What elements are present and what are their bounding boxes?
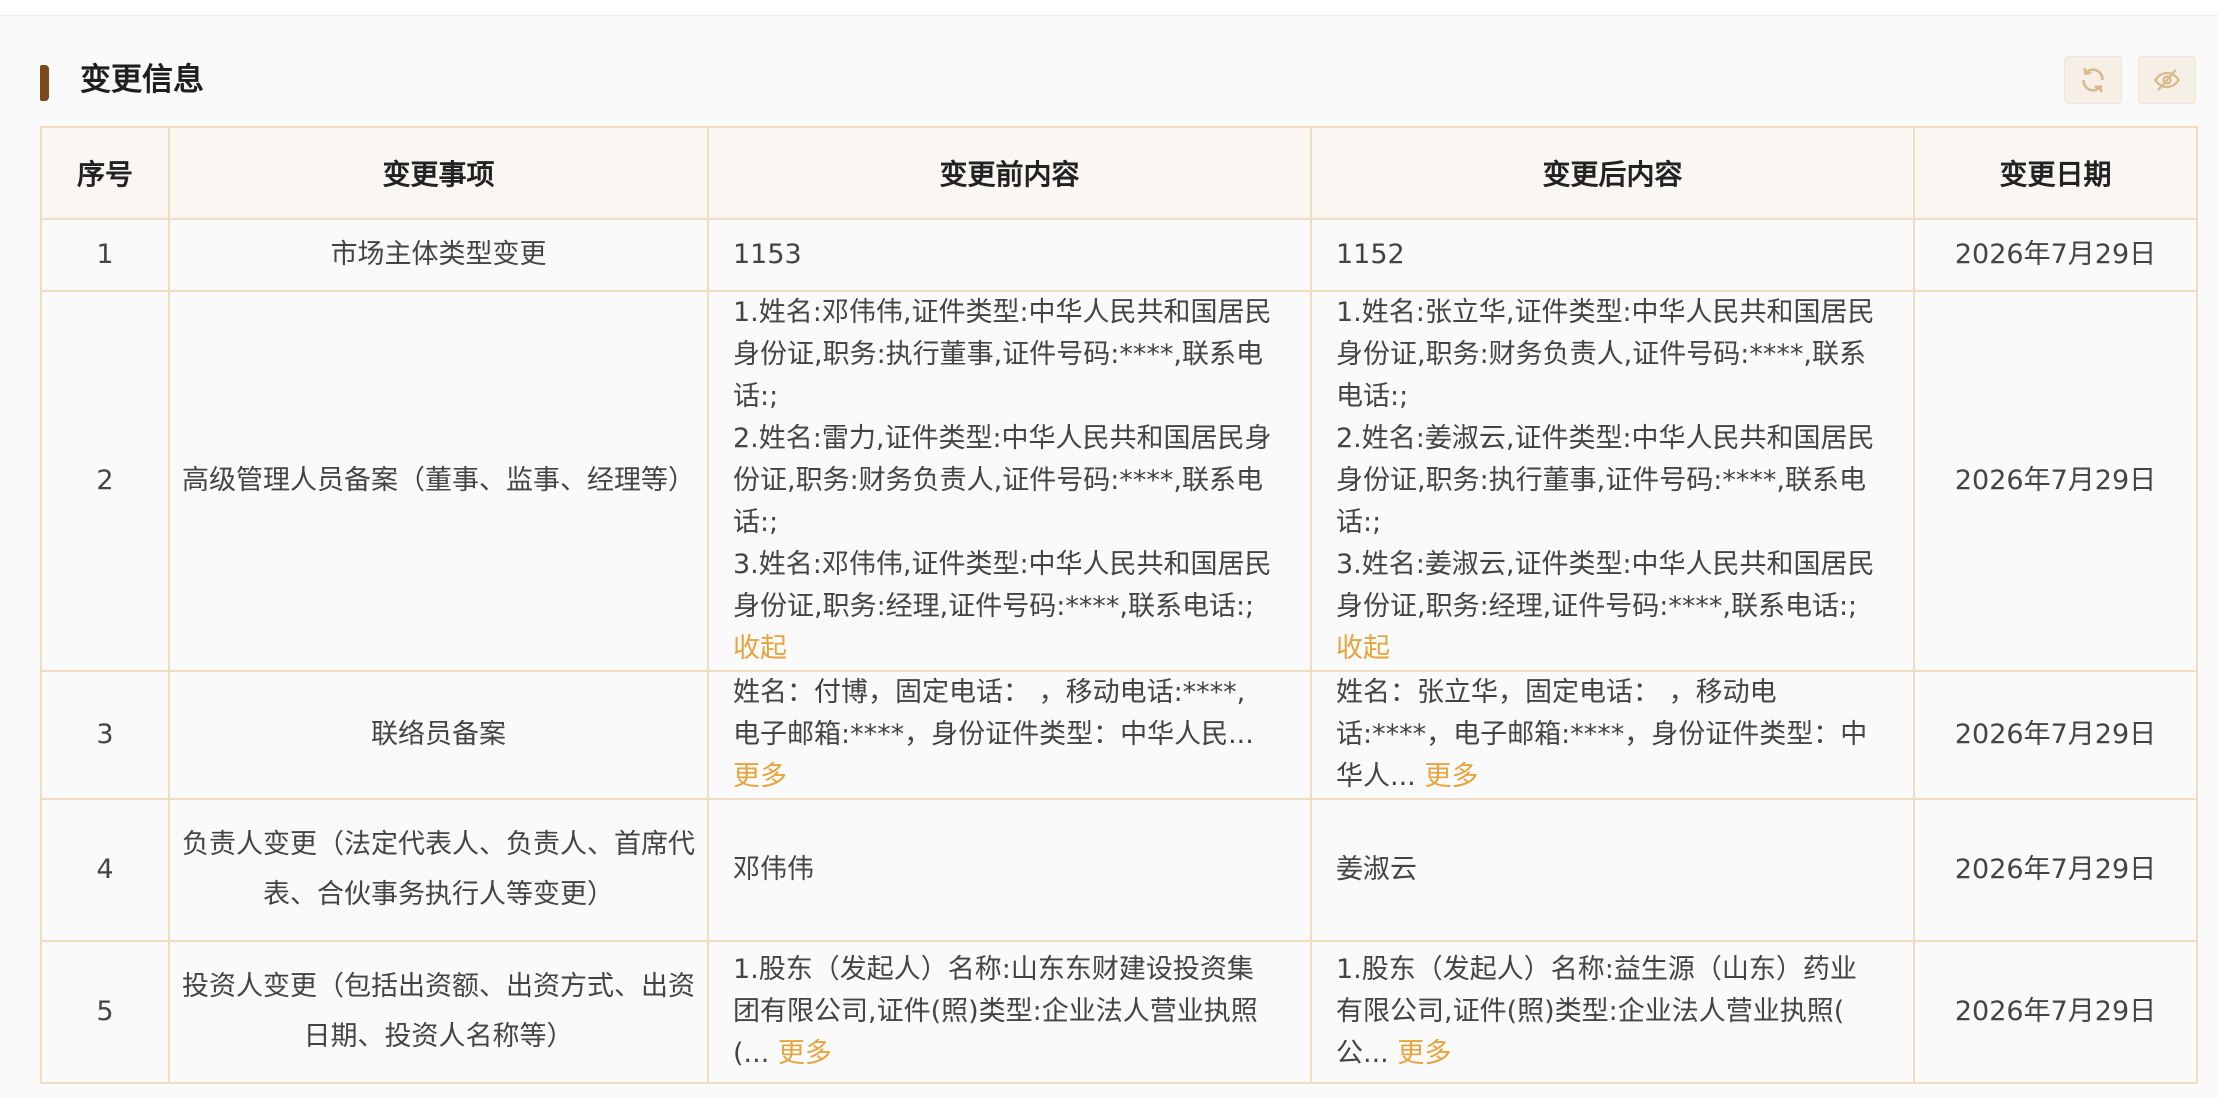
before-line: 姓名：付博，固定电话： ，移动电话:****, (733, 677, 1246, 708)
after-line: 有限公司,证件(照)类型:企业法人营业执照( (1336, 996, 1845, 1027)
after-line: 话:; (1336, 507, 1382, 538)
cell-date: 2026年7月29日 (1913, 290, 2198, 672)
item-line: 日期、投资人名称等） (303, 1021, 574, 1052)
cell-after: 姓名：张立华，固定电话： ，移动电 话:****，电子邮箱:****，身份证件类… (1310, 670, 1915, 800)
more-link[interactable]: 更多 (1397, 1038, 1451, 1069)
item-line: 投资人变更（包括出资额、出资方式、出资 (182, 971, 695, 1002)
item-line: 表、合伙事务执行人等变更） (263, 879, 614, 910)
header-after: 变更后内容 (1310, 126, 1915, 220)
after-line: 1.姓名:张立华,证件类型:中华人民共和国居民 (1336, 297, 1875, 328)
before-line: 团有限公司,证件(照)类型:企业法人营业执照 (733, 996, 1258, 1027)
after-line: 公... (1336, 1038, 1389, 1069)
after-line: 1152 (1336, 239, 1405, 270)
before-line-with-link: (... 更多 (733, 1033, 1286, 1075)
cell-index: 5 (40, 940, 170, 1084)
eye-off-icon (2154, 69, 2180, 91)
cell-before: 邓伟伟 (707, 798, 1312, 942)
cell-item: 联络员备案 (168, 670, 709, 800)
before-line: 身份证,职务:经理,证件号码:****,联系电话:; (733, 591, 1255, 622)
before-line: 3.姓名:邓伟伟,证件类型:中华人民共和国居民 (733, 549, 1272, 580)
collapse-link[interactable]: 收起 (733, 628, 1286, 670)
cell-after: 1.股东（发起人）名称:益生源（山东）药业 有限公司,证件(照)类型:企业法人营… (1310, 940, 1915, 1084)
after-line: 身份证,职务:财务负责人,证件号码:****,联系 (1336, 339, 1866, 370)
after-line: 2.姓名:姜淑云,证件类型:中华人民共和国居民 (1336, 423, 1875, 454)
after-line: 3.姓名:姜淑云,证件类型:中华人民共和国居民 (1336, 549, 1875, 580)
after-line: 1.股东（发起人）名称:益生源（山东）药业 (1336, 954, 1857, 985)
after-line: 话:****，电子邮箱:****，身份证件类型：中 (1336, 719, 1868, 750)
header-item: 变更事项 (168, 126, 709, 220)
before-line: 身份证,职务:执行董事,证件号码:****,联系电 (733, 339, 1263, 370)
before-line: (... (733, 1038, 770, 1069)
refresh-icon (2082, 67, 2104, 93)
after-line: 姜淑云 (1336, 854, 1417, 885)
after-line: 身份证,职务:执行董事,证件号码:****,联系电 (1336, 465, 1866, 496)
before-line: 电子邮箱:****，身份证件类型：中华人民... (733, 719, 1254, 750)
cell-date: 2026年7月29日 (1913, 940, 2198, 1084)
item-line: 负责人变更（法定代表人、负责人、首席代 (182, 829, 695, 860)
after-line: 电话:; (1336, 381, 1409, 412)
after-line: 华人... (1336, 761, 1416, 792)
cell-index: 3 (40, 670, 170, 800)
table-header-row: 序号 变更事项 变更前内容 变更后内容 变更日期 (40, 126, 2198, 220)
hide-sensitive-button[interactable] (2138, 56, 2196, 104)
cell-before: 姓名：付博，固定电话： ，移动电话:****, 电子邮箱:****，身份证件类型… (707, 670, 1312, 800)
cell-index: 4 (40, 798, 170, 942)
before-line: 话:; (733, 381, 779, 412)
after-line: 姓名：张立华，固定电话： ，移动电 (1336, 677, 1777, 708)
section-title: 变更信息 (80, 62, 204, 98)
cell-date: 2026年7月29日 (1913, 798, 2198, 942)
cell-after: 1.姓名:张立华,证件类型:中华人民共和国居民 身份证,职务:财务负责人,证件号… (1310, 290, 1915, 672)
before-line: 话:; (733, 507, 779, 538)
cell-date: 2026年7月29日 (1913, 218, 2198, 292)
cell-date: 2026年7月29日 (1913, 670, 2198, 800)
collapse-link[interactable]: 收起 (1336, 628, 1889, 670)
header-before: 变更前内容 (707, 126, 1312, 220)
table-row: 1 市场主体类型变更 1153 1152 2026年7月29日 (40, 218, 2198, 292)
before-line: 份证,职务:财务负责人,证件号码:****,联系电 (733, 465, 1263, 496)
cell-after: 姜淑云 (1310, 798, 1915, 942)
cell-item: 市场主体类型变更 (168, 218, 709, 292)
after-line-with-link: 公... 更多 (1336, 1033, 1889, 1075)
before-line: 2.姓名:雷力,证件类型:中华人民共和国居民身 (733, 423, 1272, 454)
cell-item: 投资人变更（包括出资额、出资方式、出资 日期、投资人名称等） (168, 940, 709, 1084)
section-header: 变更信息 (40, 46, 2196, 116)
section-accent-bar (40, 65, 49, 101)
before-line: 1.姓名:邓伟伟,证件类型:中华人民共和国居民 (733, 297, 1272, 328)
table-row: 5 投资人变更（包括出资额、出资方式、出资 日期、投资人名称等） 1.股东（发起… (40, 940, 2198, 1084)
cell-item: 负责人变更（法定代表人、负责人、首席代 表、合伙事务执行人等变更） (168, 798, 709, 942)
cell-before: 1.姓名:邓伟伟,证件类型:中华人民共和国居民 身份证,职务:执行董事,证件号码… (707, 290, 1312, 672)
table-row: 2 高级管理人员备案（董事、监事、经理等） 1.姓名:邓伟伟,证件类型:中华人民… (40, 290, 2198, 672)
before-line: 1.股东（发起人）名称:山东东财建设投资集 (733, 954, 1254, 985)
more-link[interactable]: 更多 (778, 1038, 832, 1069)
table-row: 4 负责人变更（法定代表人、负责人、首席代 表、合伙事务执行人等变更） 邓伟伟 … (40, 798, 2198, 942)
cell-index: 2 (40, 290, 170, 672)
more-link[interactable]: 更多 (733, 756, 1286, 798)
after-line-with-link: 华人... 更多 (1336, 756, 1889, 798)
change-info-table: 序号 变更事项 变更前内容 变更后内容 变更日期 1 市场主体类型变更 1153… (40, 126, 2198, 1084)
cell-before: 1.股东（发起人）名称:山东东财建设投资集 团有限公司,证件(照)类型:企业法人… (707, 940, 1312, 1084)
more-link[interactable]: 更多 (1424, 761, 1478, 792)
refresh-button[interactable] (2064, 56, 2122, 104)
cell-index: 1 (40, 218, 170, 292)
cell-before: 1153 (707, 218, 1312, 292)
after-line: 身份证,职务:经理,证件号码:****,联系电话:; (1336, 591, 1858, 622)
header-date: 变更日期 (1913, 126, 2198, 220)
cell-after: 1152 (1310, 218, 1915, 292)
table-row: 3 联络员备案 姓名：付博，固定电话： ，移动电话:****, 电子邮箱:***… (40, 670, 2198, 800)
before-line: 1153 (733, 239, 802, 270)
cell-item: 高级管理人员备案（董事、监事、经理等） (168, 290, 709, 672)
header-index: 序号 (40, 126, 170, 220)
before-line: 邓伟伟 (733, 854, 814, 885)
